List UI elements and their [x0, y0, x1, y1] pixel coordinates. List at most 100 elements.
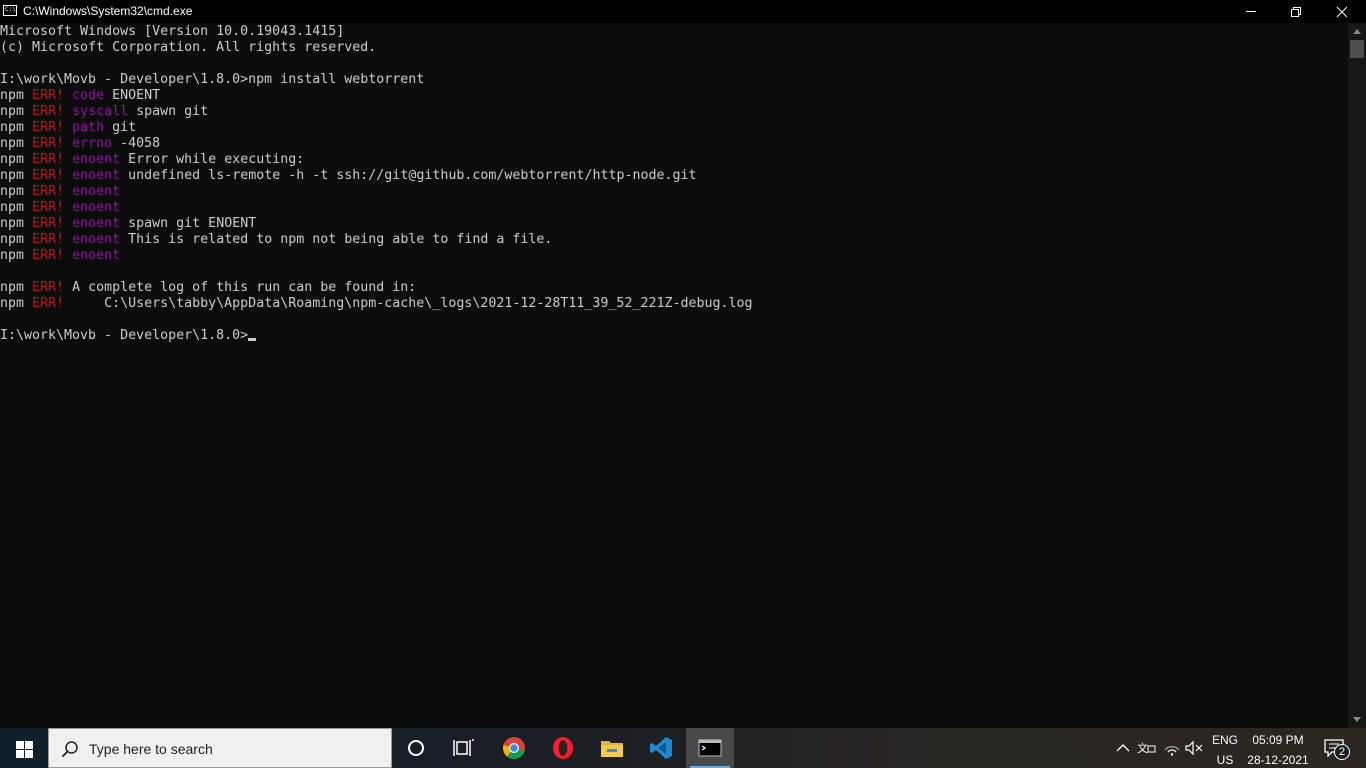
console-line: npm ERR! enoent This is related to npm n…	[0, 232, 753, 248]
clock[interactable]: 05:09 PM 28-12-2021	[1246, 733, 1310, 767]
minimize-icon	[1246, 11, 1256, 12]
close-button[interactable]	[1319, 0, 1365, 23]
error-keyword: enoent	[72, 168, 121, 183]
console-text: Error while executing:	[120, 152, 305, 167]
console-text: -4058	[112, 136, 161, 151]
error-keyword: code	[72, 88, 105, 103]
restore-button[interactable]	[1273, 0, 1319, 23]
vscode-button[interactable]	[637, 728, 685, 768]
cmd-taskbar-button[interactable]	[686, 728, 734, 768]
scroll-up-button[interactable]	[1348, 23, 1366, 40]
error-keyword: enoent	[72, 152, 121, 167]
clock-date: 28-12-2021	[1247, 753, 1309, 767]
cortana-button[interactable]	[392, 728, 440, 768]
prompt-line[interactable]: I:\work\Movb - Developer\1.8.0>	[0, 328, 753, 344]
console-text: npm	[0, 296, 33, 311]
console-text: I:\work\Movb - Developer\1.8.0>npm insta…	[0, 72, 425, 87]
title-bar[interactable]: C:\ C:\Windows\System32\cmd.exe	[0, 0, 1366, 23]
close-icon	[1336, 6, 1348, 18]
text-cursor	[248, 338, 257, 341]
console-text: npm	[0, 200, 33, 215]
notification-count-badge: 2	[1334, 744, 1350, 760]
notifications-button[interactable]: 2	[1318, 728, 1366, 768]
search-icon	[61, 741, 78, 758]
chrome-button[interactable]	[490, 728, 538, 768]
console-text: git	[104, 120, 137, 135]
restore-icon	[1291, 7, 1301, 17]
console-text: Microsoft Windows [Version 10.0.19043.14…	[0, 24, 345, 39]
error-tag: ERR!	[32, 232, 65, 247]
console-text: npm	[0, 184, 33, 199]
console-line: I:\work\Movb - Developer\1.8.0>npm insta…	[0, 72, 753, 88]
error-keyword: path	[72, 120, 105, 135]
scroll-down-button[interactable]	[1348, 711, 1366, 728]
error-keyword: enoent	[72, 248, 121, 263]
error-tag: ERR!	[32, 184, 65, 199]
vscode-icon	[650, 737, 672, 759]
console-text: npm	[0, 232, 33, 247]
error-keyword: enoent	[72, 232, 121, 247]
console-text: npm	[0, 216, 33, 231]
opera-button[interactable]	[539, 728, 587, 768]
file-explorer-icon	[601, 741, 623, 757]
error-keyword: enoent	[72, 200, 121, 215]
cmd-app-icon[interactable]: C:\	[3, 5, 17, 16]
console-line: npm ERR! enoent undefined ls-remote -h -…	[0, 168, 753, 184]
error-tag: ERR!	[32, 168, 65, 183]
chrome-icon	[503, 737, 525, 759]
cmd-icon-text: C:\	[5, 6, 16, 13]
console-line: npm ERR! enoent Error while executing:	[0, 152, 753, 168]
console-line: Microsoft Windows [Version 10.0.19043.14…	[0, 24, 753, 40]
error-tag: ERR!	[32, 88, 65, 103]
console-text: spawn git ENOENT	[120, 216, 257, 231]
console-output[interactable]: Microsoft Windows [Version 10.0.19043.14…	[0, 23, 1348, 728]
console-text: C:\Users\tabby\AppData\Roaming\npm-cache…	[64, 296, 753, 311]
console-line: npm ERR! enoent	[0, 184, 753, 200]
file-explorer-button[interactable]	[588, 728, 636, 768]
console-text: (c) Microsoft Corporation. All rights re…	[0, 40, 377, 55]
console-line: npm ERR! path git	[0, 120, 753, 136]
console-line: npm ERR! enoent	[0, 200, 753, 216]
wifi-icon[interactable]	[1162, 738, 1182, 758]
task-view-icon	[453, 739, 474, 756]
volume-muted-icon[interactable]	[1184, 738, 1204, 758]
error-keyword: enoent	[72, 216, 121, 231]
taskbar: Type here to search 文 ENG US 05:09 PM 28…	[0, 728, 1366, 768]
console-line: npm ERR! code ENOENT	[0, 88, 753, 104]
console-text: npm	[0, 104, 33, 119]
clock-time: 05:09 PM	[1252, 733, 1304, 747]
keyboard-ime-icon[interactable]: 文	[1136, 738, 1156, 758]
start-button[interactable]	[0, 728, 48, 768]
opera-icon	[553, 737, 573, 759]
minimize-button[interactable]	[1228, 0, 1274, 23]
console-text: npm	[0, 120, 33, 135]
error-keyword: errno	[72, 136, 113, 151]
region-label: US	[1216, 753, 1234, 767]
scrollbar-thumb[interactable]	[1350, 40, 1364, 58]
windows-logo-icon	[16, 741, 33, 758]
show-hidden-icons-icon[interactable]	[1113, 738, 1133, 758]
task-view-button[interactable]	[440, 728, 488, 768]
vertical-scrollbar[interactable]	[1348, 23, 1366, 728]
console-text: A complete log of this run can be found …	[64, 280, 417, 295]
console-text: npm	[0, 248, 33, 263]
taskbar-search-box[interactable]: Type here to search	[48, 728, 392, 768]
error-tag: ERR!	[32, 296, 65, 311]
language-indicator[interactable]: ENG US	[1208, 733, 1242, 767]
error-tag: ERR!	[32, 120, 65, 135]
console-text: npm	[0, 280, 33, 295]
error-tag: ERR!	[32, 104, 65, 119]
error-tag: ERR!	[32, 216, 65, 231]
console-text: npm	[0, 152, 33, 167]
console-text: spawn git	[128, 104, 209, 119]
console-line: npm ERR! enoent spawn git ENOENT	[0, 216, 753, 232]
